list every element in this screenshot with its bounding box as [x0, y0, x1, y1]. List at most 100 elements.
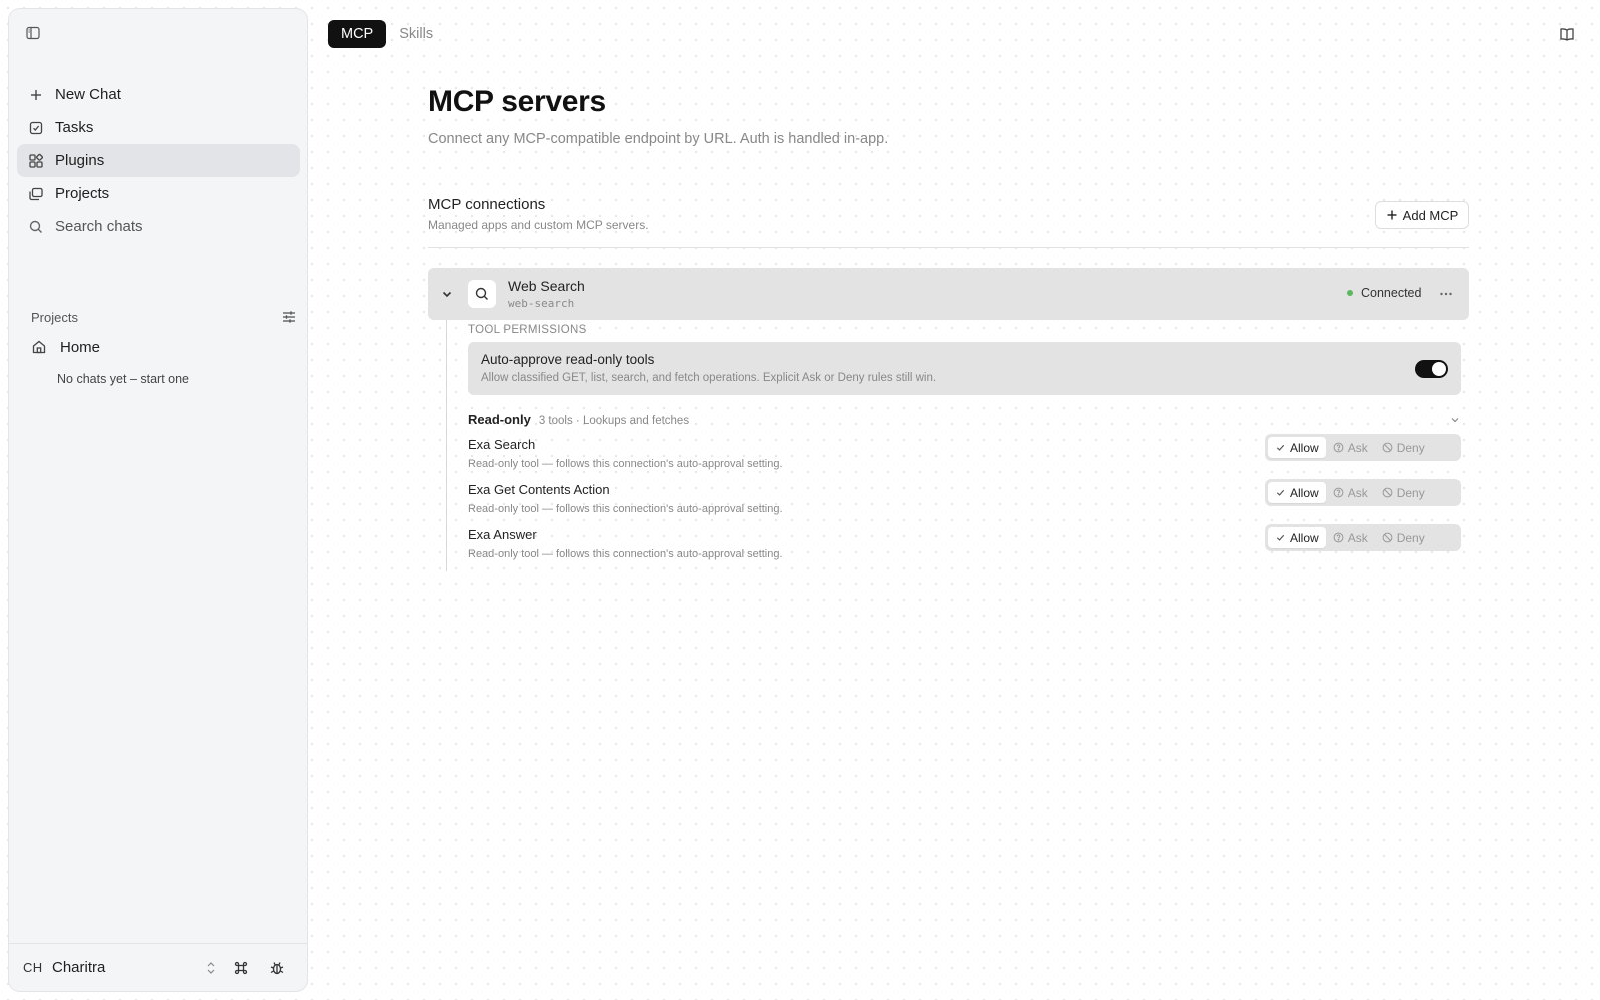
status-text: Connected — [1361, 286, 1422, 300]
chevron-down-icon[interactable] — [439, 286, 455, 302]
search-chats-placeholder: Search chats — [55, 218, 143, 235]
deny-label: Deny — [1396, 440, 1425, 455]
top-tabs: MCP Skills — [328, 20, 446, 48]
check-icon — [1276, 444, 1285, 451]
no-chats-text: No chats yet – start one — [57, 372, 190, 386]
deny-label: Deny — [1396, 485, 1425, 500]
ask-label: Ask — [1347, 485, 1368, 500]
ban-icon — [1382, 532, 1393, 543]
user-footer: CH Charitra — [9, 943, 307, 991]
section-title: MCP connections — [428, 196, 546, 213]
deny-label: Deny — [1396, 530, 1425, 545]
auto-approve-desc: Allow classified GET, list, search, and … — [481, 372, 937, 384]
user-name[interactable]: Charitra — [52, 959, 105, 976]
group-meta: 3 tools · Lookups and fetches — [538, 415, 690, 427]
group-header-read-only: Read-only 3 tools · Lookups and fetches — [468, 412, 689, 427]
allow-label: Allow — [1290, 440, 1319, 455]
plugins-icon — [28, 153, 44, 169]
allow-option[interactable]: Allow — [1268, 482, 1326, 503]
server-slug: web-search — [508, 297, 575, 310]
bug-icon[interactable] — [269, 960, 285, 976]
search-icon — [28, 219, 44, 235]
tool-name: Exa Answer — [468, 527, 537, 542]
status-dot — [1347, 290, 1353, 296]
question-icon — [1333, 532, 1344, 543]
sidebar-item-new-chat[interactable]: New Chat — [17, 78, 300, 111]
page-subtitle: Connect any MCP-compatible endpoint by U… — [428, 131, 889, 147]
tool-row: Exa Answer Read-only tool — follows this… — [468, 524, 1461, 567]
sidebar-item-label: Tasks — [55, 119, 94, 136]
tab-skills[interactable]: Skills — [386, 20, 446, 48]
tool-name: Exa Get Contents Action — [468, 482, 610, 497]
checkbox-icon — [28, 120, 44, 136]
auto-approve-title: Auto-approve read-only tools — [481, 352, 655, 367]
book-icon[interactable] — [1559, 26, 1575, 42]
plus-icon — [1386, 209, 1398, 221]
tool-permissions-label: TOOL PERMISSIONS — [468, 324, 587, 336]
filter-icon[interactable] — [281, 309, 297, 325]
deny-option[interactable]: Deny — [1375, 437, 1432, 458]
projects-label: Projects — [31, 309, 78, 325]
home-icon — [31, 339, 47, 355]
page-title: MCP servers — [428, 85, 606, 118]
tab-mcp[interactable]: MCP — [328, 20, 387, 48]
auto-approve-setting: Auto-approve read-only tools Allow class… — [468, 342, 1461, 395]
folders-icon — [28, 186, 44, 202]
ask-option[interactable]: Ask — [1326, 437, 1375, 458]
tool-row: Exa Get Contents Action Read-only tool —… — [468, 479, 1461, 522]
chevron-down-icon[interactable] — [1449, 414, 1461, 426]
sidebar-item-label: New Chat — [55, 86, 121, 103]
project-home-label: Home — [60, 338, 101, 356]
allow-option[interactable]: Allow — [1268, 527, 1326, 548]
check-icon — [1276, 489, 1285, 496]
deny-option[interactable]: Deny — [1375, 482, 1432, 503]
sidebar-item-projects[interactable]: Projects — [17, 177, 300, 210]
project-item-home[interactable]: Home — [31, 335, 100, 359]
tree-line — [446, 320, 447, 571]
ban-icon — [1382, 442, 1393, 453]
permission-selector: Allow Ask Deny — [1265, 479, 1461, 506]
permission-selector: Allow Ask Deny — [1265, 524, 1461, 551]
search-chats-input[interactable]: Search chats — [17, 210, 300, 243]
question-icon — [1333, 442, 1344, 453]
ban-icon — [1382, 487, 1393, 498]
ask-label: Ask — [1347, 440, 1368, 455]
command-icon[interactable] — [233, 960, 249, 976]
sidebar-toggle-icon[interactable] — [25, 25, 45, 45]
server-name: Web Search — [508, 278, 585, 294]
deny-option[interactable]: Deny — [1375, 527, 1432, 548]
ask-label: Ask — [1347, 530, 1368, 545]
group-name: Read-only — [468, 412, 531, 427]
ask-option[interactable]: Ask — [1326, 482, 1375, 503]
status-badge: Connected — [1347, 286, 1421, 300]
allow-label: Allow — [1290, 530, 1319, 545]
tool-desc: Read-only tool — follows this connection… — [468, 503, 783, 515]
more-icon[interactable] — [1438, 286, 1454, 302]
sidebar-item-label: Plugins — [55, 152, 105, 169]
projects-header: Projects — [31, 307, 297, 327]
sidebar-item-plugins[interactable]: Plugins — [17, 144, 300, 177]
permission-selector: Allow Ask Deny — [1265, 434, 1461, 461]
tool-row: Exa Search Read-only tool — follows this… — [468, 434, 1461, 477]
ask-option[interactable]: Ask — [1326, 527, 1375, 548]
add-mcp-label: Add MCP — [1402, 207, 1459, 223]
section-subtitle: Managed apps and custom MCP servers. — [428, 218, 649, 232]
sidebar: New Chat Tasks Plugins Projects Search c… — [8, 8, 308, 992]
search-icon — [468, 280, 496, 308]
tool-name: Exa Search — [468, 437, 536, 452]
sidebar-nav: New Chat Tasks Plugins Projects Search c… — [17, 78, 300, 243]
add-mcp-button[interactable]: Add MCP — [1375, 201, 1469, 229]
allow-option[interactable]: Allow — [1268, 437, 1326, 458]
plus-icon — [28, 87, 44, 103]
auto-approve-toggle[interactable] — [1415, 360, 1448, 378]
divider — [428, 247, 1469, 248]
toggle-knob — [1432, 362, 1446, 376]
chevron-up-down-icon[interactable] — [205, 961, 217, 975]
tool-desc: Read-only tool — follows this connection… — [468, 548, 783, 560]
check-icon — [1276, 534, 1285, 541]
avatar: CH — [23, 960, 43, 975]
server-row-web-search[interactable]: Web Search web-search Connected — [428, 268, 1469, 320]
sidebar-item-tasks[interactable]: Tasks — [17, 111, 300, 144]
tool-desc: Read-only tool — follows this connection… — [468, 458, 783, 470]
question-icon — [1333, 487, 1344, 498]
